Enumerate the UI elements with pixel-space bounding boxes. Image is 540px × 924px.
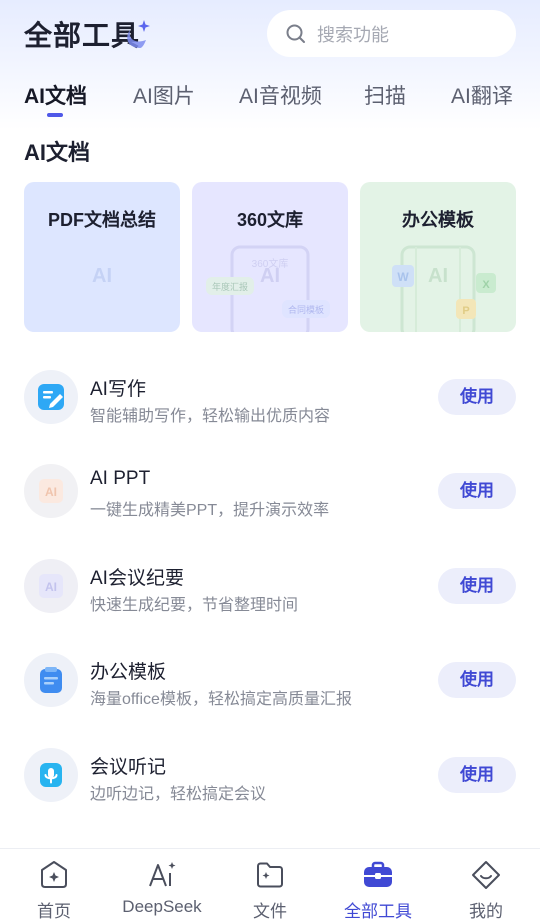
bottom-nav: 首页 DeepSeek 文件 全部工具 我的 <box>0 848 540 924</box>
card-office-templates[interactable]: 办公模板 AI W X P <box>360 182 516 332</box>
word-badge: W <box>397 270 409 284</box>
tool-title: AI PPT <box>90 468 151 489</box>
tool-title: AI会议纪要 <box>90 568 184 589</box>
tool-title: AI写作 <box>90 379 146 400</box>
folder-icon <box>257 862 283 888</box>
ai-minutes-icon: AI <box>39 574 63 598</box>
card-label: PDF文档总结 <box>48 210 156 230</box>
header: 全部工具 搜索功能 <box>0 0 540 70</box>
card-watermark: AI <box>260 265 280 287</box>
card-watermark: AI <box>92 265 112 287</box>
toolbox-icon <box>364 861 392 887</box>
card-tag: 合同模板 <box>288 304 324 315</box>
card-label: 办公模板 <box>402 210 474 230</box>
tool-icon-wrapper <box>24 748 78 802</box>
search-icon <box>286 24 305 43</box>
deepseek-icon <box>149 862 176 887</box>
icon-text: AI <box>45 580 57 594</box>
list-item-ai-minutes[interactable]: AI AI会议纪要 快速生成纪要，节省整理时间 使用 <box>0 539 540 633</box>
list-item-meeting-notes[interactable]: 会议听记 边听边记，轻松搞定会议 使用 <box>0 728 540 822</box>
tab-ai-translate[interactable]: AI翻译 <box>451 80 513 110</box>
tool-subtitle: 边听边记，轻松搞定会议 <box>90 786 267 803</box>
nav-label: 文件 <box>253 902 287 921</box>
list-item-ai-ppt[interactable]: AI AI PPT 一键生成精美PPT，提升演示效率 使用 <box>0 444 540 538</box>
template-icon <box>40 667 62 693</box>
tool-subtitle: 一键生成精美PPT，提升演示效率 <box>90 502 330 519</box>
card-watermark: AI <box>428 265 448 287</box>
category-tabs: AI文档 AI图片 AI音视频 扫描 AI翻译 <box>0 76 540 120</box>
pdf-illustration: AI <box>92 265 112 287</box>
tool-icon-wrapper <box>24 370 78 424</box>
nav-label: 首页 <box>37 902 71 921</box>
excel-badge: X <box>482 279 490 291</box>
use-button[interactable]: 使用 <box>438 473 516 509</box>
card-360-library[interactable]: 360文库 360文库 AI 年度汇报 合同模板 <box>192 182 348 332</box>
nav-files[interactable]: 文件 <box>216 849 324 924</box>
tool-icon-wrapper: AI <box>24 559 78 613</box>
tab-ai-audio-video[interactable]: AI音视频 <box>239 80 322 110</box>
card-tag: 年度汇报 <box>212 281 248 292</box>
template-illustration: AI W X P <box>392 245 496 332</box>
tab-ai-images[interactable]: AI图片 <box>133 80 195 110</box>
tool-icon-wrapper: AI <box>24 464 78 518</box>
use-button[interactable]: 使用 <box>438 379 516 415</box>
ai-ppt-icon: AI <box>39 479 63 503</box>
use-button[interactable]: 使用 <box>438 568 516 604</box>
tool-title: 会议听记 <box>90 757 167 778</box>
pen-doc-icon <box>38 384 64 410</box>
home-icon <box>41 861 67 888</box>
active-tab-indicator <box>47 113 63 117</box>
nav-profile[interactable]: 我的 <box>432 849 540 924</box>
nav-label: DeepSeek <box>122 897 202 916</box>
nav-home[interactable]: 首页 <box>0 849 108 924</box>
ppt-badge: P <box>462 305 469 317</box>
tool-subtitle: 智能辅助写作，轻松输出优质内容 <box>90 408 331 425</box>
list-item-office-templates[interactable]: 办公模板 海量office模板，轻松搞定高质量汇报 使用 <box>0 633 540 727</box>
profile-icon <box>472 861 500 889</box>
microphone-icon <box>40 763 62 787</box>
nav-label: 我的 <box>469 902 503 921</box>
tool-title: 办公模板 <box>90 662 167 683</box>
nav-label: 全部工具 <box>344 902 412 921</box>
tool-subtitle: 快速生成纪要，节省整理时间 <box>90 597 299 614</box>
search-bar[interactable]: 搜索功能 <box>267 10 516 57</box>
nav-deepseek[interactable]: DeepSeek <box>108 849 216 924</box>
tool-subtitle: 海量office模板，轻松搞定高质量汇报 <box>90 691 352 708</box>
use-button[interactable]: 使用 <box>438 757 516 793</box>
library-illustration: 360文库 AI 年度汇报 合同模板 <box>206 245 330 332</box>
list-item-ai-writing[interactable]: AI写作 智能辅助写作，轻松输出优质内容 使用 <box>0 350 540 444</box>
sparkle-icon <box>127 20 150 48</box>
icon-text: AI <box>45 485 57 499</box>
tool-icon-wrapper <box>24 653 78 707</box>
card-label: 360文库 <box>236 210 304 230</box>
tab-ai-docs[interactable]: AI文档 <box>24 80 87 110</box>
search-placeholder: 搜索功能 <box>317 24 389 45</box>
use-button[interactable]: 使用 <box>438 662 516 698</box>
nav-all-tools[interactable]: 全部工具 <box>324 849 432 924</box>
tab-scan[interactable]: 扫描 <box>364 80 406 110</box>
section-title: AI文档 <box>24 140 91 165</box>
card-pdf-summary[interactable]: PDF文档总结 AI <box>24 182 180 332</box>
